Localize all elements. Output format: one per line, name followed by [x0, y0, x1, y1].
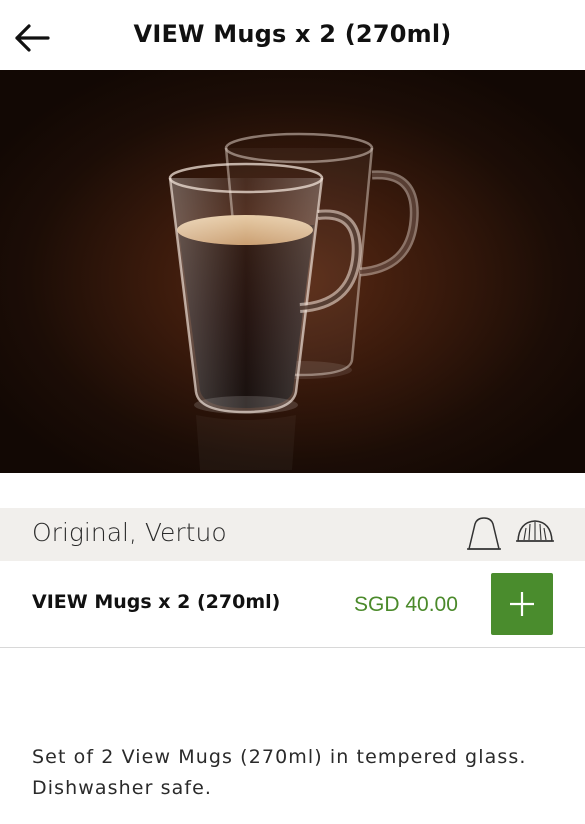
- description-line: Set of 2 View Mugs (270ml) in tempered g…: [32, 746, 527, 768]
- product-row: VIEW Mugs x 2 (270ml) SGD 40.00: [0, 561, 585, 648]
- page-title: VIEW Mugs x 2 (270ml): [133, 20, 452, 48]
- compatibility-text: Original, Vertuo: [32, 518, 227, 547]
- product-description: Set of 2 View Mugs (270ml) in tempered g…: [32, 742, 552, 804]
- plus-icon: [510, 592, 534, 616]
- product-price: SGD 40.00: [354, 593, 458, 616]
- product-image: [0, 70, 585, 473]
- original-capsule-icon: [467, 517, 501, 550]
- product-name: VIEW Mugs x 2 (270ml): [32, 591, 281, 613]
- vertuo-capsule-icon: [516, 520, 554, 542]
- top-bar: VIEW Mugs x 2 (270ml): [0, 0, 585, 70]
- description-line: Dishwasher safe.: [32, 777, 213, 799]
- add-to-basket-button[interactable]: [491, 573, 553, 635]
- compatibility-bar: Original, Vertuo: [0, 508, 585, 561]
- glass-mugs-illustration: [168, 132, 419, 470]
